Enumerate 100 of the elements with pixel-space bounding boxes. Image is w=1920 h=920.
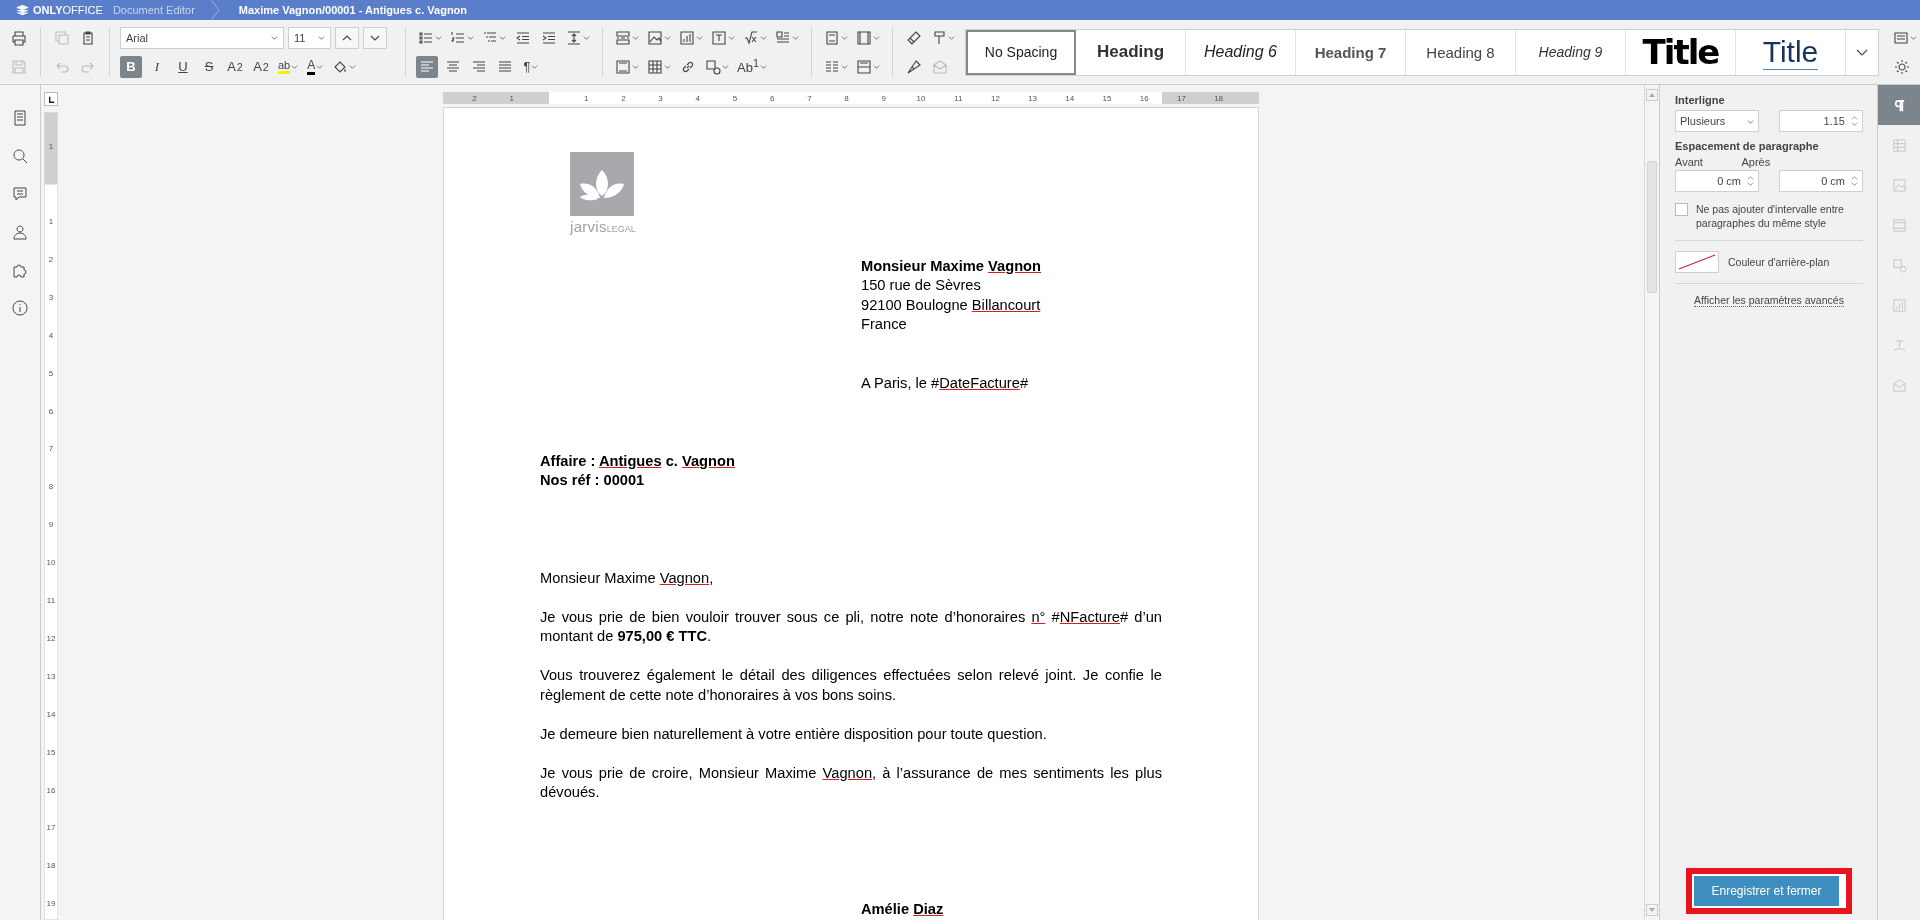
body-paragraph: Je vous prie de bien vouloir trouver sous ce pli, notre note d’honoraires n° #NFacture# d’un montant de 975,00 € TTC. [540,607,1162,646]
ruler-number: 18 [46,861,56,871]
caret-icon [841,34,848,41]
no-color-icon [1677,253,1717,271]
spacing-before-field[interactable]: 0 cm [1675,170,1759,192]
spacing-after-field[interactable]: 0 cm [1779,170,1863,192]
ruler-number: 10 [916,94,926,103]
caret-icon [1910,34,1917,41]
checkbox-label: Ne pas ajouter d'intervalle entre paragraphes du même style [1696,202,1845,230]
background-color-button[interactable] [1675,251,1719,273]
highlight-button[interactable]: ab [276,55,301,78]
file-icon [12,110,28,126]
document-title: Maxime Vagnon/00001 - Antigues c. Vagnon [238,4,468,16]
shape-icon [1891,257,1907,273]
style-item[interactable]: Title [1626,29,1736,75]
line-spacing-dropdown[interactable]: Plusieurs [1675,110,1759,132]
nonprinting-button[interactable]: ¶ [520,55,542,78]
info-icon [12,300,28,316]
checkbox[interactable] [1675,203,1688,216]
scroll-down-icon[interactable] [1646,904,1658,916]
line-spacing-icon [566,29,582,46]
info-button[interactable] [9,297,31,319]
scroll-up-icon[interactable] [1646,89,1658,101]
margins-icon [856,29,872,46]
drop-cap-icon [775,29,791,46]
align-icon [445,58,461,75]
ruler-number: 13 [1028,94,1038,103]
format-button[interactable]: S [198,55,220,78]
advanced-settings-link[interactable]: Afficher les paramètres avancés [1694,294,1844,307]
align-button[interactable] [416,55,438,78]
style-item[interactable]: Heading 8 [1406,29,1516,75]
after-label: Après [1741,156,1772,168]
ruler-number: 7 [807,94,812,103]
chart-icon [1891,297,1907,313]
table-icon [647,58,663,75]
ruler-number: 17 [1176,94,1186,103]
search-icon [12,148,28,164]
caret-icon [271,34,278,41]
caret-icon [467,34,474,41]
address-line: 92100 Boulogne Billancourt [861,295,1042,315]
style-item[interactable]: No Spacing [966,29,1076,75]
tab-stop-button[interactable] [44,92,58,106]
font-name-field[interactable]: Arial [120,26,284,49]
bullet-list-icon [418,29,434,46]
caret-icon [1747,117,1754,125]
mail-merge-icon [932,58,948,75]
caret-icon [291,63,299,70]
address-line: France [861,315,908,334]
style-copy-icon [931,29,947,46]
style-item[interactable]: Heading 6 [1186,29,1296,75]
style-item[interactable]: Heading [1076,29,1186,75]
font-color-button[interactable]: A [304,55,327,78]
caret-icon [759,63,767,70]
tab-stop-icon [46,94,56,104]
ruler-number: 15 [46,747,56,757]
caret-icon [316,63,324,70]
scrollbar-thumb[interactable] [1647,161,1657,293]
caret-icon [722,63,729,70]
caret-icon [760,34,767,41]
page-break-icon [615,29,631,46]
increase-indent-icon [541,29,557,46]
caret-icon [664,34,671,41]
caret-icon [873,34,880,41]
style-item[interactable]: Title [1736,29,1846,75]
caret-icon [632,34,639,41]
ruler-number: 6 [48,406,54,416]
spinner-arrows-icon [1851,175,1858,187]
style-item[interactable]: Heading 9 [1516,29,1626,75]
signature: Amélie Diaz [861,900,945,919]
style-item[interactable]: Heading 7 [1296,29,1406,75]
ruler-number: 2 [48,254,54,264]
ruler-number: 3 [658,94,663,103]
format-button[interactable]: I [146,55,168,78]
columns-icon [824,58,840,75]
body-paragraph: Je vous prie de croire, Monsieur Maxime Vagnon, à l’assurance de mes sentiments les plus dévoués. [540,763,1162,802]
decrease-font-button[interactable] [363,26,387,49]
line-spacing-field[interactable]: 1.15 [1779,110,1863,132]
eraser-icon [906,29,922,46]
caret-icon [696,34,703,41]
save-and-close-button[interactable]: Enregistrer et fermer [1694,876,1839,906]
background-color-label: Couleur d'arrière-plan [1728,256,1830,268]
header-footer-icon [824,29,840,46]
caret-icon [583,34,590,41]
align-icon [419,58,435,75]
font-size-field[interactable]: 11 [288,26,331,49]
caret-icon [841,63,848,70]
ruler-number: 10 [46,558,56,568]
format-button[interactable]: B [120,55,142,78]
ruler-number: 18 [1214,94,1224,103]
brush-icon [906,58,922,75]
ruler-number: 2 [472,94,477,103]
increase-font-button[interactable] [335,26,359,49]
brand-name: ONLYOFFICE [33,4,103,16]
change-case-button[interactable]: Ab$^{1}$ [735,55,769,78]
copy-icon [54,29,70,46]
format-button[interactable]: U [172,55,194,78]
ruler-number: 8 [844,94,849,103]
ruler-number: 1 [48,142,54,151]
ruler-number: 6 [769,94,775,103]
panel-tab[interactable] [1878,85,1920,125]
